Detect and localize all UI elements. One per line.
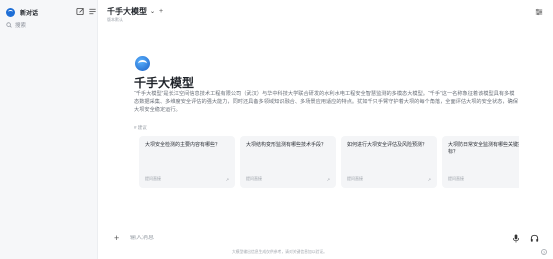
- add-model-icon[interactable]: +: [159, 8, 163, 15]
- headphones-icon[interactable]: [530, 234, 539, 243]
- suggestion-foot-label: 提问直接: [145, 176, 161, 181]
- suggestion-question: 大坝防日常安全监测有哪些关键指标？: [448, 142, 519, 155]
- suggestion-footer: 提问直接 ↗: [448, 176, 519, 182]
- message-input[interactable]: [130, 235, 512, 241]
- chat-header: 千手大模型 ⌄ + 版本默认: [98, 0, 553, 26]
- help-icon[interactable]: ?: [541, 249, 547, 255]
- suggestion-card[interactable]: 大坝结构变形监测有哪些技术手段？ 提问直接 ↗: [240, 136, 336, 188]
- edit-icon[interactable]: [76, 7, 85, 16]
- attach-plus-icon[interactable]: +: [114, 233, 124, 243]
- model-logo-icon: [135, 56, 150, 71]
- suggestion-foot-label: 提问直接: [347, 176, 363, 181]
- model-title: 千手大模型: [107, 7, 147, 16]
- disclaimer-text: 大模型输出信息生成仅供参考，请对关键信息加以验证。: [232, 250, 327, 254]
- arrow-icon: ↗: [326, 176, 330, 182]
- suggestion-foot-label: 提问直接: [246, 176, 262, 181]
- suggestion-question: 大坝结构变形监测有哪些技术手段？: [246, 142, 327, 148]
- search-label: 搜索: [15, 23, 27, 29]
- sidebar-header: 新对话: [6, 6, 97, 18]
- suggestion-foot-label: 提问直接: [448, 176, 464, 181]
- menu-icon[interactable]: [88, 7, 97, 16]
- suggestion-footer: 提问直接 ↗: [145, 176, 229, 182]
- suggestion-question: 如何进行大坝安全评估及风险预测？: [347, 142, 428, 148]
- suggestions-label: # 建议: [134, 125, 147, 130]
- search-icon: [6, 22, 12, 28]
- microphone-icon[interactable]: [512, 233, 520, 243]
- chevron-down-icon[interactable]: ⌄: [150, 8, 155, 15]
- sidebar: 新对话 搜索: [0, 0, 98, 259]
- sidebar-search[interactable]: 搜索: [6, 21, 26, 29]
- app-logo-icon: [6, 7, 15, 17]
- suggestion-card[interactable]: 大坝安全检测的主要内容有哪些？ 提问直接 ↗: [139, 136, 235, 188]
- arrow-icon: ↗: [225, 176, 229, 182]
- suggestion-card[interactable]: 大坝防日常安全监测有哪些关键指标？ 提问直接 ↗: [442, 136, 519, 188]
- suggestion-footer: 提问直接 ↗: [246, 176, 330, 182]
- suggestion-cards: 大坝安全检测的主要内容有哪些？ 提问直接 ↗ 大坝结构变形监测有哪些技术手段？ …: [139, 136, 519, 188]
- suggestion-card[interactable]: 如何进行大坝安全评估及风险预测？ 提问直接 ↗: [341, 136, 437, 188]
- hero-title: 千手大模型: [134, 76, 195, 90]
- settings-sliders-icon[interactable]: [535, 8, 543, 16]
- arrow-icon: ↗: [427, 176, 431, 182]
- suggestion-question: 大坝安全检测的主要内容有哪些？: [145, 142, 221, 148]
- hero-description: “千手大模型”是长江空间信息技术工程有限公司（武汉）与华中科技大学联合研发的水利…: [134, 91, 518, 113]
- message-composer: +: [114, 231, 539, 245]
- suggestion-footer: 提问直接 ↗: [347, 176, 431, 182]
- new-chat-label[interactable]: 新对话: [20, 8, 38, 17]
- model-subtitle: 版本默认: [107, 17, 123, 22]
- model-selector[interactable]: 千手大模型 ⌄ +: [107, 6, 163, 17]
